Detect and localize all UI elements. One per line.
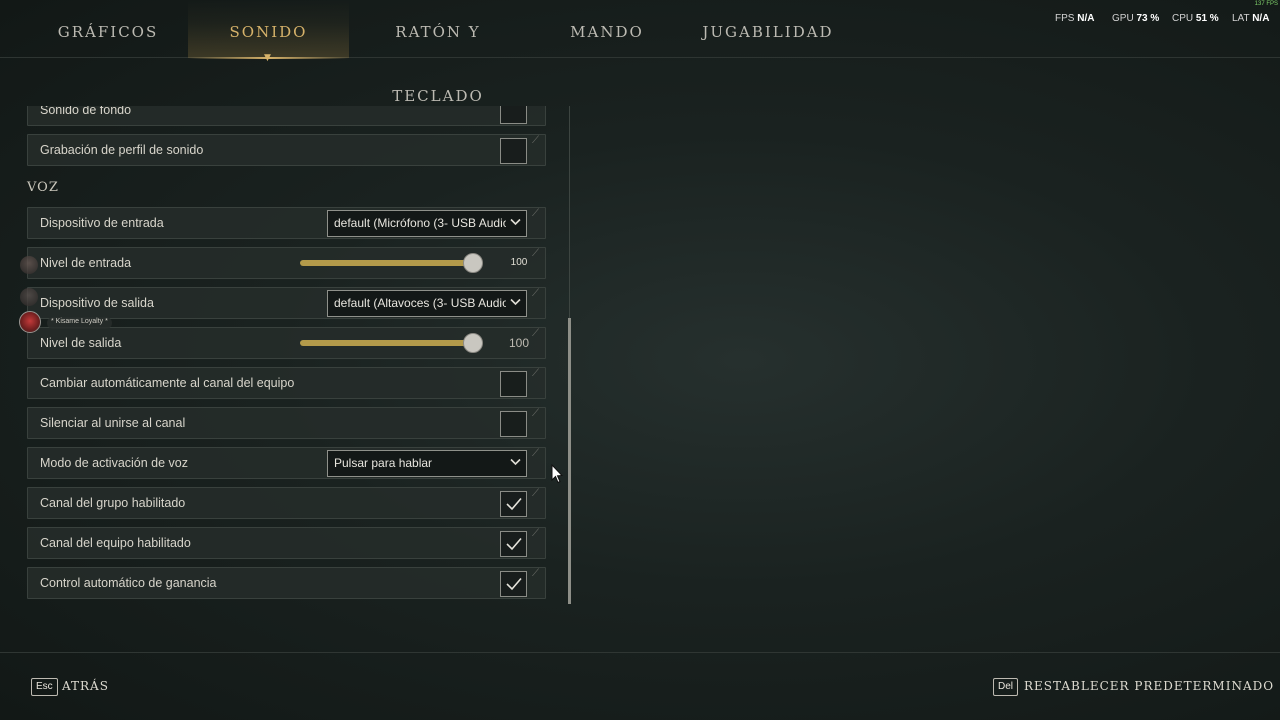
voice-mode-dropdown[interactable]: Pulsar para hablar — [327, 450, 527, 477]
setting-row-sound-profile[interactable]: Grabación de perfil de sonido ⟋ — [27, 134, 546, 166]
input-level-slider[interactable] — [300, 260, 480, 266]
setting-label: Canal del grupo habilitado — [40, 496, 186, 510]
voice-user-tag: * Kisame Loyalty * — [47, 317, 112, 329]
input-level-value: 100 — [510, 257, 528, 268]
setting-label: Modo de activación de voz — [40, 456, 189, 470]
checkmark-icon — [506, 497, 522, 511]
active-tab-caret-icon: ▼ — [264, 53, 273, 63]
perf-gpu: GPU 73 % — [1112, 13, 1160, 24]
group-channel-checkbox[interactable] — [500, 491, 527, 517]
tab-label: JUGABILIDAD — [702, 23, 834, 41]
avatar — [19, 311, 41, 333]
setting-row-voice-mode[interactable]: Modo de activación de voz Pulsar para ha… — [27, 447, 546, 479]
top-nav: GRÁFICOS SONIDO ▼ RATÓN Y TECLADO MANDO J… — [0, 0, 1280, 105]
output-level-slider[interactable] — [300, 340, 480, 346]
esc-key-hint: Esc — [31, 678, 58, 696]
setting-row-output-level[interactable]: Nivel de salida 100 ⟋ — [27, 327, 546, 359]
tab-label: SONIDO — [229, 23, 308, 41]
setting-row-team-channel[interactable]: Canal del equipo habilitado ⟋ — [27, 527, 546, 559]
output-level-value: 100 — [508, 336, 530, 350]
corner-ornament-icon: ⟋ — [532, 568, 539, 579]
corner-ornament-icon: ⟋ — [532, 408, 539, 419]
tab-label: RATÓN Y TECLADO — [392, 23, 484, 105]
avatar — [20, 288, 38, 306]
scrollbar-thumb[interactable] — [568, 318, 571, 604]
checkmark-icon — [506, 537, 522, 551]
auto-team-channel-checkbox[interactable] — [500, 371, 527, 397]
chevron-down-icon — [510, 458, 521, 466]
dropdown-value: Pulsar para hablar — [334, 456, 433, 470]
setting-label: Control automático de ganancia — [40, 576, 217, 590]
setting-row-mute-on-join[interactable]: Silenciar al unirse al canal ⟋ — [27, 407, 546, 439]
mute-on-join-checkbox[interactable] — [500, 411, 527, 437]
tab-label: MANDO — [570, 23, 644, 41]
settings-list[interactable]: Sonido de fondo ⟋ Grabación de perfil de… — [0, 106, 560, 606]
perf-cpu: CPU 51 % — [1172, 13, 1219, 24]
corner-ornament-icon: ⟋ — [532, 248, 539, 259]
background-sound-checkbox[interactable] — [500, 106, 527, 124]
corner-ornament-icon: ⟋ — [532, 288, 539, 299]
corner-ornament-icon: ⟋ — [532, 328, 539, 339]
output-level-slider-handle[interactable] — [463, 333, 483, 353]
corner-ornament-icon: ⟋ — [532, 368, 539, 379]
agc-checkbox[interactable] — [500, 571, 527, 597]
checkmark-icon — [506, 577, 522, 591]
sound-profile-checkbox[interactable] — [500, 138, 527, 164]
reset-defaults-button[interactable]: RESTABLECER PREDETERMINADO — [1024, 679, 1274, 693]
perf-lat: LAT N/A — [1232, 13, 1270, 24]
chevron-down-icon — [510, 218, 521, 226]
section-heading-voz: VOZ — [27, 180, 59, 195]
setting-row-output-device[interactable]: Dispositivo de salida default (Altavoces… — [27, 287, 546, 319]
setting-label: Dispositivo de salida — [40, 296, 154, 310]
setting-row-input-level[interactable]: Nivel de entrada 100 ⟋ — [27, 247, 546, 279]
del-key-hint: Del — [993, 678, 1019, 696]
setting-row-input-device[interactable]: Dispositivo de entrada default (Micrófon… — [27, 207, 546, 239]
mouse-cursor-icon — [551, 464, 563, 484]
setting-label: Sonido de fondo — [40, 106, 132, 117]
output-device-dropdown[interactable]: default (Altavoces (3- USB Audio — [327, 290, 527, 317]
tab-label: GRÁFICOS — [57, 23, 159, 41]
corner-ornament-icon: ⟋ — [532, 135, 539, 146]
dropdown-value: default (Micrófono (3- USB Audio — [334, 216, 506, 230]
setting-label: Dispositivo de entrada — [40, 216, 164, 230]
tab-mando[interactable]: MANDO — [552, 0, 662, 58]
setting-row-background-sound[interactable]: Sonido de fondo ⟋ — [27, 106, 546, 126]
setting-row-auto-team-channel[interactable]: Cambiar automáticamente al canal del equ… — [27, 367, 546, 399]
team-channel-checkbox[interactable] — [500, 531, 527, 557]
corner-ornament-icon: ⟋ — [532, 106, 544, 108]
setting-label: Nivel de entrada — [40, 256, 132, 270]
chevron-down-icon — [510, 298, 521, 306]
corner-ornament-icon: ⟋ — [532, 448, 539, 459]
footer-divider — [0, 652, 1280, 653]
tab-sonido[interactable]: SONIDO ▼ — [188, 0, 349, 63]
setting-label: Grabación de perfil de sonido — [40, 143, 204, 157]
tab-graficos[interactable]: GRÁFICOS — [28, 0, 188, 58]
corner-ornament-icon: ⟋ — [532, 488, 539, 499]
corner-ornament-icon: ⟋ — [532, 528, 539, 539]
setting-label: Nivel de salida — [40, 336, 122, 350]
setting-label: Cambiar automáticamente al canal del equ… — [40, 376, 295, 390]
corner-fps-counter: 137 FPS — [1254, 1, 1278, 7]
back-button[interactable]: ATRÁS — [62, 679, 109, 693]
dropdown-value: default (Altavoces (3- USB Audio — [334, 296, 506, 310]
tab-raton-y-teclado[interactable]: RATÓN Y TECLADO — [349, 0, 527, 105]
setting-row-group-channel[interactable]: Canal del grupo habilitado ⟋ — [27, 487, 546, 519]
setting-label: Canal del equipo habilitado — [40, 536, 191, 550]
input-level-slider-handle[interactable] — [463, 253, 483, 273]
tab-jugabilidad[interactable]: JUGABILIDAD — [698, 0, 838, 58]
corner-ornament-icon: ⟋ — [532, 208, 539, 219]
input-device-dropdown[interactable]: default (Micrófono (3- USB Audio — [327, 210, 527, 237]
perf-fps: FPS N/A — [1055, 13, 1095, 24]
avatar — [20, 256, 38, 274]
setting-row-agc[interactable]: Control automático de ganancia ⟋ — [27, 567, 546, 599]
setting-label: Silenciar al unirse al canal — [40, 416, 186, 430]
